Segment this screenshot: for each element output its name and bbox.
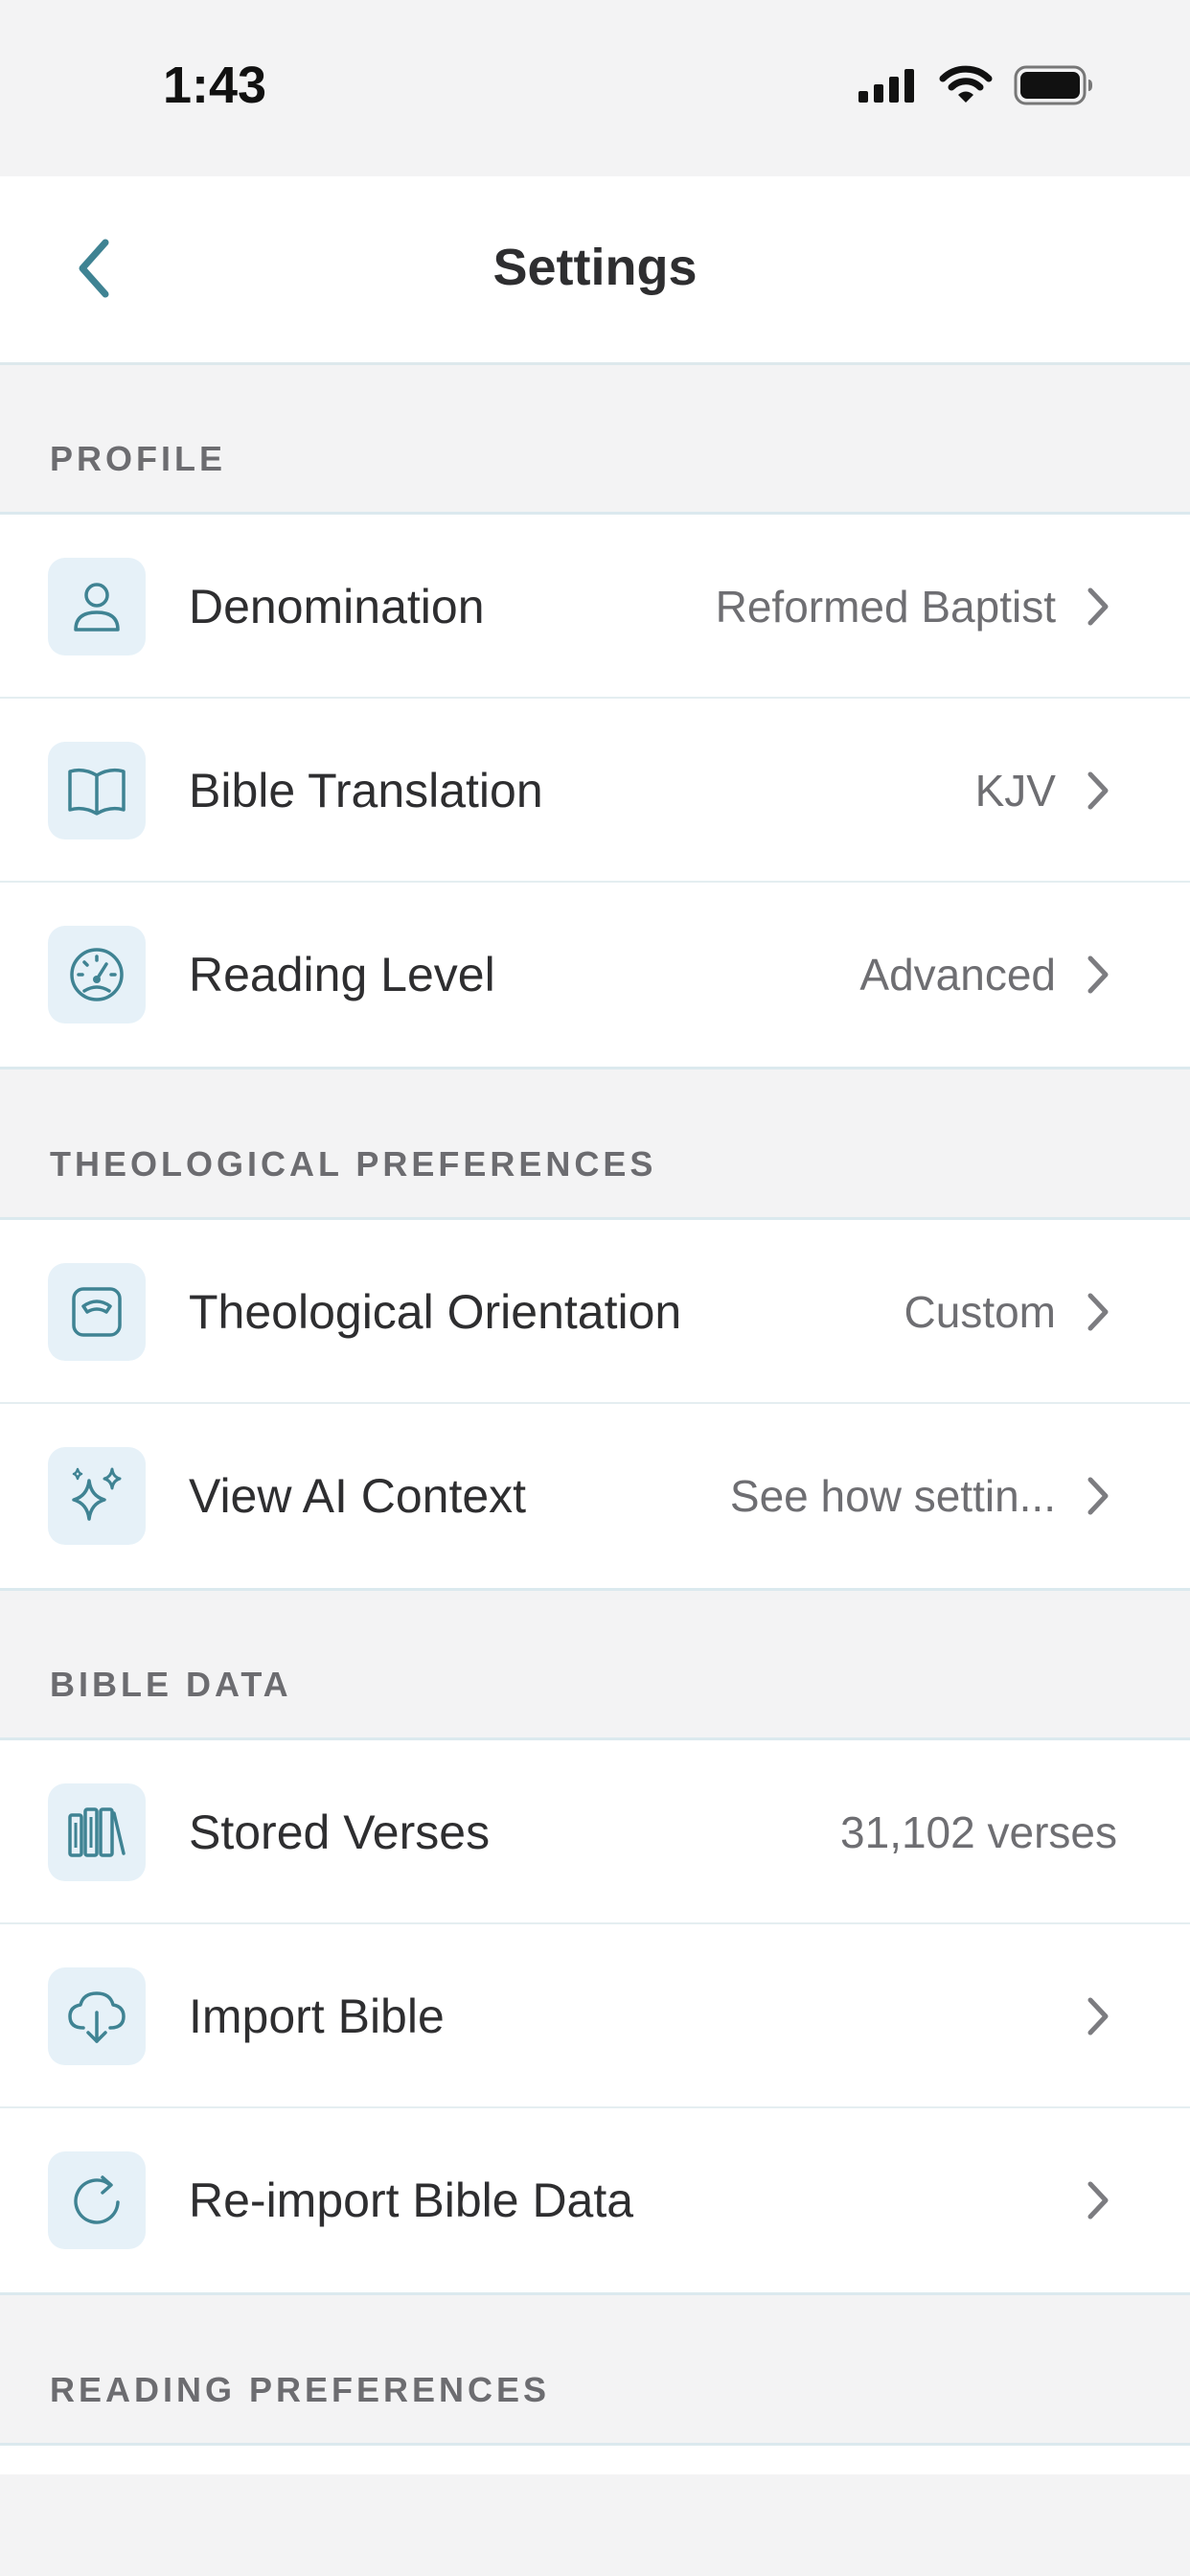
row-value: 31,102 verses: [840, 1807, 1117, 1857]
profile-group: Denomination Reformed Baptist Bible Tran…: [0, 512, 1190, 1070]
chevron-right-icon: [1069, 578, 1127, 635]
status-icons: [857, 65, 1094, 110]
navigation-bar: Settings: [0, 176, 1190, 365]
battery-icon: [1014, 65, 1094, 110]
row-value: Reformed Baptist: [715, 582, 1056, 632]
row-label: Bible Translation: [189, 764, 543, 817]
row-reading-level[interactable]: Reading Level Advanced: [0, 883, 1190, 1067]
status-time: 1:43: [163, 57, 267, 114]
section-header-bible-data: BIBLE DATA: [50, 1665, 292, 1704]
page-title: Settings: [492, 239, 698, 296]
section-header-reading: READING PREFERENCES: [50, 2370, 551, 2409]
row-label: Reading Level: [189, 948, 495, 1001]
chevron-right-icon: [1069, 1283, 1127, 1341]
row-theological-orientation[interactable]: Theological Orientation Custom: [0, 1220, 1190, 1404]
row-bible-translation[interactable]: Bible Translation KJV: [0, 699, 1190, 883]
book-icon: [48, 742, 146, 840]
row-value: Custom: [904, 1287, 1056, 1337]
row-label: Stored Verses: [189, 1806, 491, 1859]
section-header-profile: PROFILE: [50, 439, 227, 478]
reading-group: [0, 2443, 1190, 2474]
row-value: Advanced: [859, 950, 1056, 1000]
chevron-right-icon: [1069, 2172, 1127, 2229]
row-import-bible[interactable]: Import Bible: [0, 1924, 1190, 2108]
refresh-icon: [48, 2151, 146, 2249]
status-bar: 1:43: [0, 0, 1190, 176]
chevron-right-icon: [1069, 762, 1127, 819]
chevron-right-icon: [1069, 946, 1127, 1003]
bible-data-group: Stored Verses 31,102 verses Import Bible…: [0, 1737, 1190, 2295]
row-label: Denomination: [189, 580, 485, 633]
person-icon: [48, 558, 146, 656]
wifi-icon: [939, 65, 993, 110]
row-value: KJV: [974, 766, 1056, 816]
row-stored-verses: Stored Verses 31,102 verses: [0, 1740, 1190, 1924]
row-reimport-bible-data[interactable]: Re-import Bible Data: [0, 2108, 1190, 2292]
chevron-right-icon: [1069, 1467, 1127, 1525]
row-label: Re-import Bible Data: [189, 2174, 634, 2227]
cellular-signal-icon: [857, 66, 918, 109]
books-icon: [48, 1783, 146, 1881]
cloud-download-icon: [48, 1967, 146, 2065]
row-label: Import Bible: [189, 1990, 445, 2043]
row-view-ai-context[interactable]: View AI Context See how settin...: [0, 1404, 1190, 1588]
section-header-theological: THEOLOGICAL PREFERENCES: [50, 1144, 657, 1184]
row-label: View AI Context: [189, 1469, 527, 1523]
row-value: See how settin...: [729, 1471, 1056, 1521]
row-denomination[interactable]: Denomination Reformed Baptist: [0, 515, 1190, 699]
theological-group: Theological Orientation Custom View AI C…: [0, 1217, 1190, 1591]
chevron-right-icon: [1069, 1988, 1127, 2045]
sparkles-icon: [48, 1447, 146, 1545]
scale-icon: [48, 1263, 146, 1361]
gauge-icon: [48, 926, 146, 1024]
row-label: Theological Orientation: [189, 1285, 682, 1339]
